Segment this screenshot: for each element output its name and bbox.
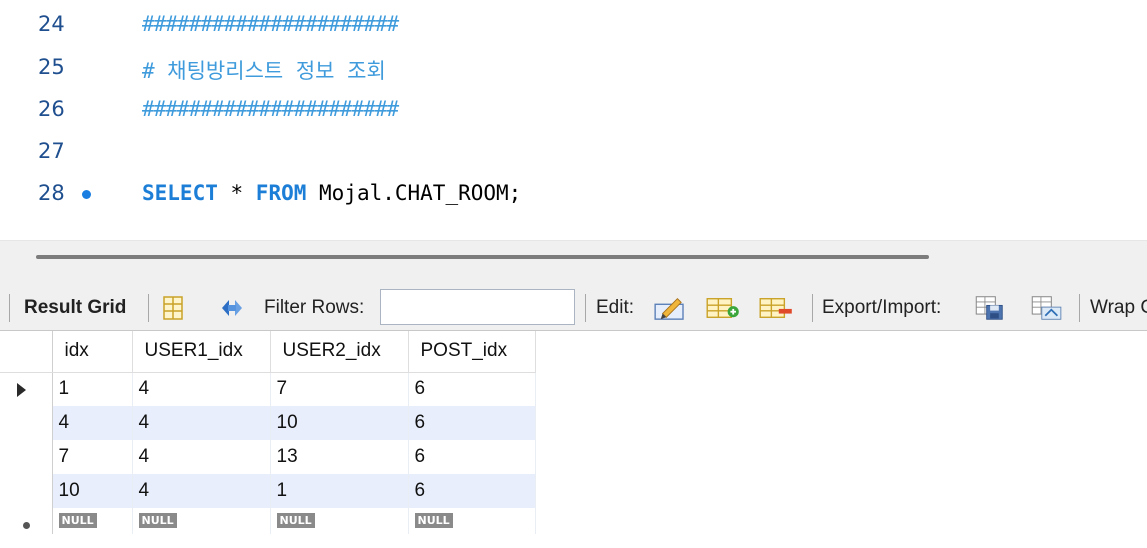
new-row[interactable]: NULL NULL NULL NULL [0, 508, 536, 534]
edit-label: Edit: [596, 297, 635, 318]
table-cell[interactable]: 1 [270, 474, 409, 508]
code-statement: SELECT * FROM Mojal.CHAT_ROOM; [142, 181, 521, 205]
row-header[interactable] [0, 474, 53, 508]
sql-text: Mojal.CHAT_ROOM; [306, 181, 522, 205]
table-cell[interactable]: NULL [270, 508, 409, 534]
row-header[interactable] [0, 508, 53, 534]
code-line-24: 24 ###################### [0, 4, 1147, 44]
table-cell[interactable]: 4 [132, 440, 271, 474]
null-badge: NULL [414, 513, 453, 528]
toolbar-separator [1079, 294, 1080, 322]
table-cell[interactable]: 6 [408, 372, 536, 406]
sql-text: * [217, 181, 256, 205]
sql-editor[interactable]: 24 ###################### 25 # 채팅방리스트 정보… [0, 0, 1147, 241]
row-header[interactable] [0, 440, 53, 474]
table-cell[interactable]: 7 [52, 440, 133, 474]
table-row[interactable]: 1 4 7 6 [0, 372, 536, 406]
table-cell[interactable]: 4 [132, 372, 271, 406]
filter-rows-input[interactable] [380, 289, 575, 325]
export-icon[interactable] [972, 295, 1010, 321]
table-row[interactable]: 4 4 10 6 [0, 406, 536, 440]
table-cell[interactable]: 6 [408, 440, 536, 474]
table-header-row: idx USER1_idx USER2_idx POST_idx [0, 331, 536, 373]
code-line-28: 28 SELECT * FROM Mojal.CHAT_ROOM; [0, 173, 1147, 213]
toolbar-separator [585, 294, 586, 322]
line-number: 24 [38, 12, 65, 36]
code-comment: ###################### [142, 12, 399, 36]
code-line-25: 25 # 채팅방리스트 정보 조회 [0, 47, 1147, 87]
code-line-27: 27 [0, 131, 1147, 171]
column-header-idx[interactable]: idx [52, 331, 133, 373]
table-cell[interactable]: 1 [52, 372, 133, 406]
line-number: 28 [38, 181, 65, 205]
table-cell[interactable]: 4 [132, 406, 271, 440]
line-number: 27 [38, 139, 65, 163]
sql-keyword: FROM [255, 181, 307, 205]
result-grid: idx USER1_idx USER2_idx POST_idx 1 4 7 6… [0, 331, 1147, 548]
code-line-26: 26 ###################### [0, 89, 1147, 129]
statement-marker-icon[interactable] [82, 190, 91, 199]
current-row-arrow-icon [17, 382, 26, 397]
row-header-corner[interactable] [0, 331, 53, 373]
table-cell[interactable]: 7 [270, 372, 409, 406]
null-badge: NULL [276, 513, 315, 528]
row-header[interactable] [0, 372, 53, 406]
column-header-user2-idx[interactable]: USER2_idx [270, 331, 409, 373]
table-cell[interactable]: 10 [270, 406, 409, 440]
grid-view-icon[interactable] [160, 295, 186, 321]
row-header[interactable] [0, 406, 53, 440]
null-badge: NULL [138, 513, 177, 528]
wrap-cell-label[interactable]: Wrap C [1090, 297, 1147, 319]
panel-splitter[interactable] [36, 255, 929, 259]
code-comment: # 채팅방리스트 정보 조회 [142, 59, 386, 83]
column-header-user1-idx[interactable]: USER1_idx [132, 331, 271, 373]
table-cell[interactable]: NULL [408, 508, 536, 534]
null-badge: NULL [58, 513, 97, 528]
result-grid-tab[interactable]: Result Grid [24, 297, 126, 319]
delete-row-icon[interactable] [757, 295, 795, 321]
table-cell[interactable]: 6 [408, 406, 536, 440]
table-cell[interactable]: 10 [52, 474, 133, 508]
toolbar-separator [148, 294, 149, 322]
filter-rows-label: Filter Rows: [264, 297, 365, 318]
toolbar-separator [9, 294, 10, 322]
result-table: idx USER1_idx USER2_idx POST_idx 1 4 7 6… [0, 331, 536, 534]
code-comment: ###################### [142, 97, 399, 121]
table-cell[interactable]: 6 [408, 474, 536, 508]
refresh-icon[interactable] [216, 295, 248, 321]
add-row-icon[interactable] [704, 295, 742, 321]
toolbar-separator [812, 294, 813, 322]
column-header-post-idx[interactable]: POST_idx [408, 331, 536, 373]
export-import-label: Export/Import: [822, 297, 942, 318]
table-cell[interactable]: NULL [52, 508, 133, 534]
import-icon[interactable] [1028, 295, 1066, 321]
table-cell[interactable]: NULL [132, 508, 271, 534]
result-toolbar: Result Grid Filter Rows: Edit: Export/Im… [0, 286, 1147, 331]
table-row[interactable]: 10 4 1 6 [0, 474, 536, 508]
new-row-icon [23, 522, 30, 529]
table-row[interactable]: 7 4 13 6 [0, 440, 536, 474]
table-cell[interactable]: 4 [52, 406, 133, 440]
line-number: 26 [38, 97, 65, 121]
table-cell[interactable]: 4 [132, 474, 271, 508]
edit-pencil-icon[interactable] [652, 295, 688, 321]
line-number: 25 [38, 55, 65, 79]
sql-keyword: SELECT [142, 181, 218, 205]
table-cell[interactable]: 13 [270, 440, 409, 474]
